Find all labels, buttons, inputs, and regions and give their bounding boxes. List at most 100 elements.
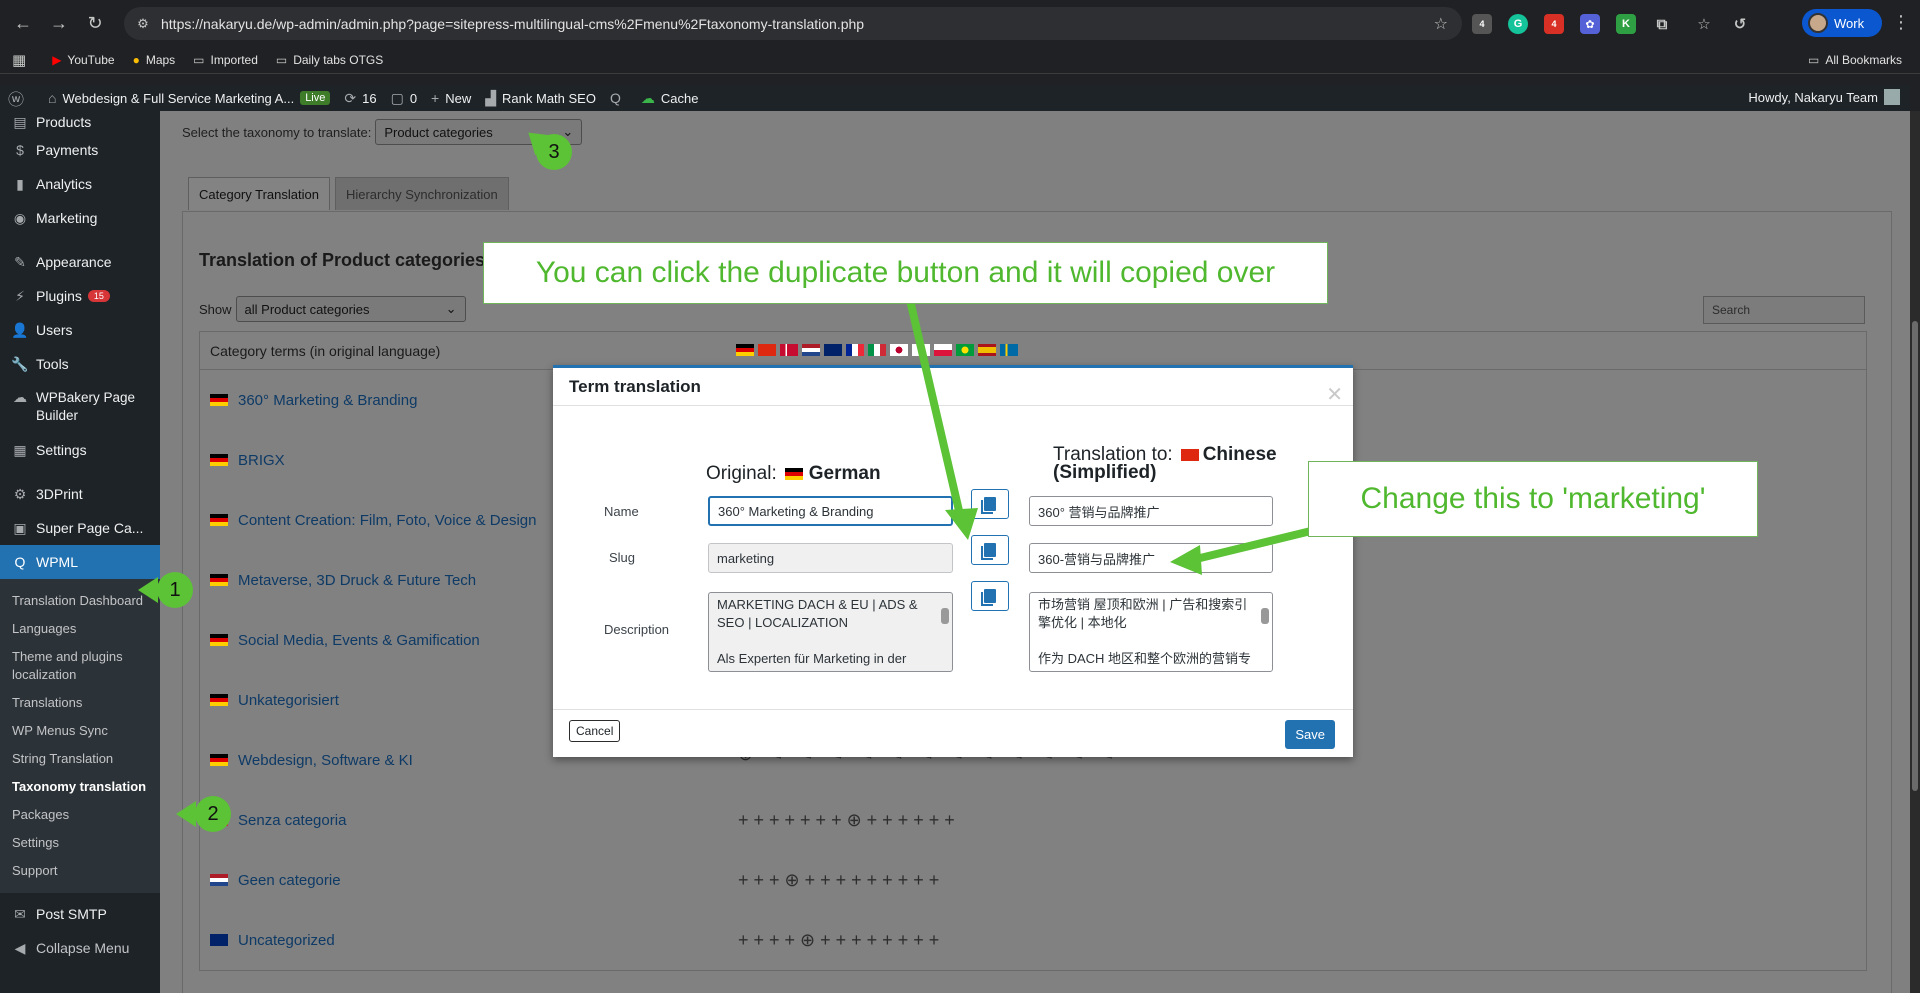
back-icon[interactable]: ← [12,13,34,35]
term-name[interactable]: Webdesign, Software & KI [238,752,413,769]
term-name[interactable]: Unkategorisiert [238,692,339,709]
extension-icon[interactable]: K [1616,14,1636,34]
bookmark-star-icon[interactable]: ☆ [1434,14,1448,34]
marketing-icon: ◉ [13,209,27,226]
forward-icon[interactable]: → [48,13,70,35]
site-name[interactable]: ⌂ Webdesign & Full Service Marketing A...… [48,90,331,106]
translation-slug-field[interactable]: 360-营销与品牌推广 [1029,543,1273,573]
cancel-button[interactable]: Cancel [569,720,621,742]
apps-grid-icon[interactable]: ▦ [12,51,26,69]
term-name[interactable]: Content Creation: Film, Foto, Voice & De… [238,512,536,529]
flag-br-icon [956,344,974,356]
tab-category-translation[interactable]: Category Translation [188,177,330,210]
wordpress-logo-icon[interactable]: ⓦ [8,86,24,110]
sidebar-item-wpbakery[interactable]: ☁ WPBakery Page Builder [0,381,160,433]
copy-name-button[interactable] [971,489,1009,519]
sidebar-item-analytics[interactable]: ▮ Analytics [0,167,160,201]
sidebar-item-payments[interactable]: $ Payments [0,133,160,167]
copy-description-button[interactable] [971,581,1009,611]
submenu-string-translation[interactable]: String Translation [0,745,160,773]
term-name[interactable]: Social Media, Events & Gamification [238,632,480,649]
sidebar-item-post-smtp[interactable]: ✉ Post SMTP [0,897,160,931]
extension-icon[interactable]: 4 [1472,14,1492,34]
tab-hierarchy-sync[interactable]: Hierarchy Synchronization [334,177,509,210]
term-name[interactable]: BRIGX [238,452,285,469]
submenu-packages[interactable]: Packages [0,801,160,829]
bookmark-daily-tabs[interactable]: ▭ Daily tabs OTGS [276,53,383,67]
new-item[interactable]: + New [431,90,471,106]
add-translation-icons[interactable]: +++++++⊕++++++ [738,810,960,831]
search-input[interactable]: Search [1703,296,1865,324]
original-description-field[interactable]: MARKETING DACH & EU | ADS & SEO | LOCALI… [708,592,953,672]
submenu-translations[interactable]: Translations [0,689,160,717]
grammarly-icon[interactable]: G [1508,14,1528,34]
textarea-scrollbar[interactable] [940,596,950,668]
extensions-puzzle-icon[interactable]: ⧉ [1652,14,1672,34]
all-bookmarks-label: All Bookmarks [1825,53,1902,67]
save-button[interactable]: Save [1285,720,1335,749]
close-icon[interactable]: ✕ [1326,382,1343,407]
favorites-icon[interactable]: ☆ [1694,14,1714,34]
reload-icon[interactable]: ↻ [84,13,106,35]
page-scrollbar[interactable] [1910,111,1920,993]
show-filter-select[interactable]: all Product categories ⌄ [235,296,466,322]
flag-de-icon [210,514,228,526]
copy-slug-button[interactable] [971,535,1009,565]
sidebar-item-tools[interactable]: 🔧 Tools [0,347,160,381]
submenu-translation-dashboard[interactable]: Translation Dashboard [0,587,160,615]
add-translation-icons[interactable]: +++⊕+++++++++ [738,870,944,891]
comments-item[interactable]: ▢ 0 [391,90,417,107]
term-row[interactable]: Geen categorie +++⊕+++++++++ [200,850,1866,910]
term-name[interactable]: Senza categoria [238,812,346,829]
scrollbar-thumb[interactable] [1912,321,1918,791]
sidebar-item-label: Products [36,114,92,130]
original-name-field[interactable]: 360° Marketing & Branding [708,496,953,526]
history-icon[interactable]: ↺ [1730,14,1750,34]
sidebar-item-settings[interactable]: ▦ Settings [0,433,160,467]
term-row[interactable]: Uncategorized ++++⊕++++++++ [200,910,1866,970]
howdy-account[interactable]: Howdy, Nakaryu Team [1748,89,1900,105]
translation-description-field[interactable]: 市场营销 屋顶和欧洲 | 广告和搜索引 擎优化 | 本地化 作为 DACH 地区… [1029,592,1273,672]
updates-item[interactable]: ⟳ 16 [344,90,376,107]
bookmark-maps[interactable]: ● Maps [133,53,176,67]
sidebar-item-products[interactable]: ▤ Products [0,111,160,133]
add-translation-icons[interactable]: ++++⊕++++++++ [738,930,944,951]
collapse-menu[interactable]: ◀ Collapse Menu [0,931,160,965]
textarea-scrollbar[interactable] [1260,596,1270,668]
sidebar-item-plugins[interactable]: ⚡ Plugins 15 [0,279,160,313]
submenu-support[interactable]: Support [0,857,160,885]
sidebar-item-users[interactable]: 👤 Users [0,313,160,347]
address-bar[interactable]: ⚙ https://nakaryu.de/wp-admin/admin.php?… [124,7,1462,40]
extension-icon[interactable]: 4 [1544,14,1564,34]
term-translation-dialog: Term translation ✕ Original: German Tran… [553,365,1353,757]
sidebar-item-wpml[interactable]: Q WPML [0,545,160,579]
extension-icon[interactable]: ✿ [1580,14,1600,34]
browser-menu-icon[interactable]: ⋮ [1892,12,1910,33]
translation-name-field[interactable]: 360° 营销与品牌推广 [1029,496,1273,526]
scrollbar-thumb[interactable] [941,608,949,624]
original-slug-field[interactable]: marketing [708,543,953,573]
term-name[interactable]: 360° Marketing & Branding [238,392,417,409]
sidebar-item-appearance[interactable]: ✎ Appearance [0,245,160,279]
sidebar-item-3dprint[interactable]: ⚙ 3DPrint [0,477,160,511]
bookmark-imported[interactable]: ▭ Imported [193,53,258,67]
all-bookmarks[interactable]: ▭ All Bookmarks [1808,53,1902,67]
site-info-icon[interactable]: ⚙ [135,16,151,32]
submenu-settings[interactable]: Settings [0,829,160,857]
cache-item[interactable]: ☁ Cache [641,90,699,107]
term-name[interactable]: Geen categorie [238,872,341,889]
bookmark-youtube[interactable]: ▶ YouTube [52,53,114,67]
term-name[interactable]: Metaverse, 3D Druck & Future Tech [238,572,476,589]
sidebar-item-marketing[interactable]: ◉ Marketing [0,201,160,235]
term-name[interactable]: Uncategorized [238,932,335,949]
submenu-theme-plugins-localization[interactable]: Theme and plugins localization [0,643,160,689]
submenu-languages[interactable]: Languages [0,615,160,643]
scrollbar-thumb[interactable] [1261,608,1269,624]
submenu-taxonomy-translation[interactable]: Taxonomy translation [0,773,160,801]
rank-math-item[interactable]: ▟ Rank Math SEO [485,90,596,107]
submenu-wp-menus-sync[interactable]: WP Menus Sync [0,717,160,745]
wpml-admin-bar-icon[interactable]: Q [610,90,627,106]
term-row[interactable]: Senza categoria +++++++⊕++++++ [200,790,1866,850]
sidebar-item-super-page-cache[interactable]: ▣ Super Page Ca... [0,511,160,545]
profile-button[interactable]: Work [1802,9,1882,37]
